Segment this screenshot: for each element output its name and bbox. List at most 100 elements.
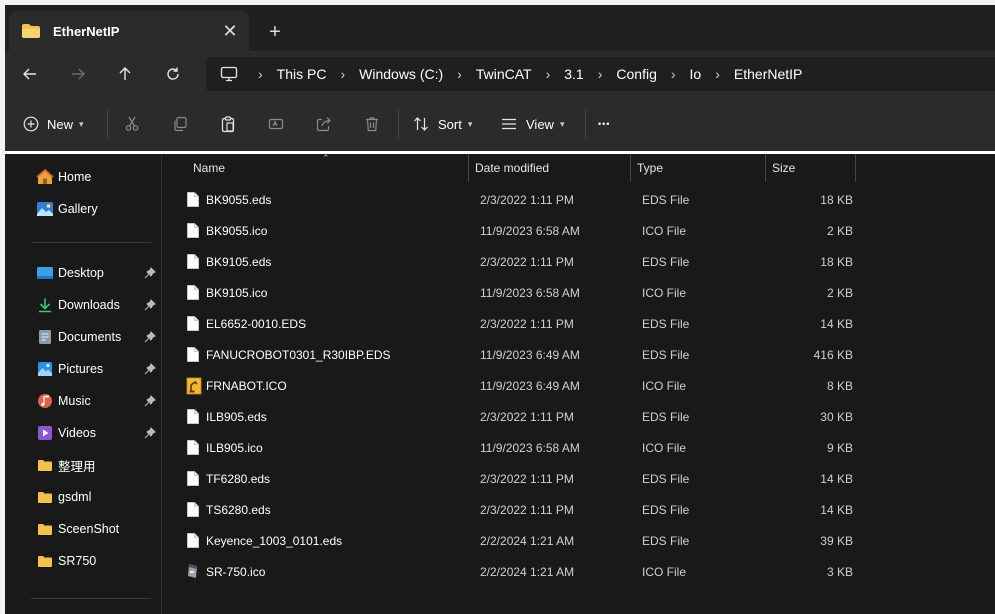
sidebar-item-desktop[interactable]: Desktop (5, 258, 161, 288)
file-icon (186, 315, 202, 333)
file-row[interactable]: SR-750.ico 2/2/2024 1:21 AM ICO File 3 KB (178, 557, 855, 587)
refresh-icon (167, 67, 179, 80)
file-row[interactable]: BK9105.ico 11/9/2023 6:58 AM ICO File 2 KB (178, 278, 855, 308)
breadcrumb-io[interactable]: Io (686, 66, 706, 82)
breadcrumb-config[interactable]: Config (612, 66, 660, 82)
new-label: New (47, 116, 74, 132)
file-row[interactable]: TF6280.eds 2/3/2022 1:11 PM EDS File 14 KB (178, 464, 855, 494)
sidebar-item-folder-gsdml[interactable]: gsdml (5, 482, 161, 512)
cut-button[interactable] (108, 107, 156, 141)
scanner-ico-icon (186, 563, 202, 581)
sidebar-item-folder-sr750[interactable]: SR750 (5, 546, 161, 576)
up-button[interactable] (110, 59, 140, 89)
sidebar-item-documents[interactable]: Documents (5, 322, 161, 352)
file-name: TF6280.eds (206, 472, 271, 486)
more-options-button[interactable]: ••• (598, 107, 610, 141)
breadcrumb-windows-c[interactable]: Windows (C:) (355, 66, 447, 82)
sidebar-item-gallery[interactable]: Gallery (5, 194, 161, 224)
file-row[interactable]: BK9055.eds 2/3/2022 1:11 PM EDS File 18 KB (178, 185, 855, 215)
file-date-modified: 2/3/2022 1:11 PM (480, 193, 574, 207)
sidebar-item-music[interactable]: Music (5, 386, 161, 416)
file-row[interactable]: BK9105.eds 2/3/2022 1:11 PM EDS File 18 KB (178, 247, 855, 277)
file-type: ICO File (642, 224, 687, 238)
trash-icon (366, 117, 378, 132)
sort-button[interactable]: Sort ▾ (413, 107, 501, 141)
address-bar[interactable]: › This PC › Windows (C:) › TwinCAT › 3.1… (206, 57, 995, 91)
forward-button[interactable] (63, 59, 93, 89)
file-size: 14 KB (820, 317, 853, 331)
file-type: ICO File (642, 565, 687, 579)
chevron-right-icon[interactable]: › (536, 66, 561, 82)
close-tab-icon[interactable]: ✕ (215, 16, 245, 46)
arrow-up-icon (119, 67, 131, 80)
refresh-button[interactable] (158, 59, 188, 89)
pin-icon[interactable] (144, 267, 156, 279)
pin-icon[interactable] (144, 395, 156, 407)
chevron-right-icon[interactable]: › (330, 66, 355, 82)
file-row[interactable]: TS6280.eds 2/3/2022 1:11 PM EDS File 14 KB (178, 495, 855, 525)
copy-button[interactable] (156, 107, 204, 141)
sidebar-item-label: Documents (58, 330, 122, 344)
new-button[interactable]: New ▾ (23, 107, 107, 141)
file-row[interactable]: Keyence_1003_0101.eds 2/2/2024 1:21 AM EDS… (178, 526, 855, 556)
paste-button[interactable] (204, 107, 252, 141)
folder-icon (36, 552, 54, 570)
back-button[interactable] (15, 59, 45, 89)
breadcrumb-3-1[interactable]: 3.1 (560, 66, 587, 82)
column-header-size[interactable]: Size (772, 154, 855, 182)
sidebar-item-folder-sceenshot[interactable]: SceenShot (5, 514, 161, 544)
sidebar-item-downloads[interactable]: Downloads (5, 290, 161, 320)
column-divider[interactable] (630, 154, 631, 182)
file-size: 39 KB (820, 534, 853, 548)
column-header-date[interactable]: Date modified (475, 154, 630, 182)
breadcrumb-ethernetip[interactable]: EtherNetIP (730, 66, 806, 82)
breadcrumb-twincat[interactable]: TwinCAT (472, 66, 536, 82)
file-date-modified: 2/3/2022 1:11 PM (480, 317, 574, 331)
file-size: 18 KB (820, 255, 853, 269)
column-divider[interactable] (765, 154, 766, 182)
chevron-right-icon[interactable]: › (705, 66, 730, 82)
file-row[interactable]: BK9055.ico 11/9/2023 6:58 AM ICO File 2 KB (178, 216, 855, 246)
file-row[interactable]: FANUCROBOT0301_R30IBP.EDS 11/9/2023 6:49 … (178, 340, 855, 370)
file-date-modified: 11/9/2023 6:49 AM (480, 379, 580, 393)
file-row[interactable]: FRNABOT.ICO 11/9/2023 6:49 AM ICO File 8 KB (178, 371, 855, 401)
column-header-name[interactable]: Name (193, 154, 468, 182)
desktop-icon (36, 264, 54, 282)
pin-icon[interactable] (144, 331, 156, 343)
home-icon (36, 168, 54, 186)
file-date-modified: 2/3/2022 1:11 PM (480, 410, 574, 424)
view-button[interactable]: View ▾ (501, 107, 585, 141)
pin-icon[interactable] (144, 363, 156, 375)
gallery-icon (36, 200, 54, 218)
file-row[interactable]: EL6652-0010.EDS 2/3/2022 1:11 PM EDS File 1… (178, 309, 855, 339)
file-type: EDS File (642, 348, 690, 362)
breadcrumb-this-pc[interactable]: This PC (273, 66, 331, 82)
file-date-modified: 2/2/2024 1:21 AM (480, 565, 575, 579)
file-date-modified: 2/2/2024 1:21 AM (480, 534, 575, 548)
chevron-right-icon[interactable]: › (661, 66, 686, 82)
new-tab-button[interactable]: + (260, 17, 290, 47)
videos-icon (36, 424, 54, 442)
rename-button[interactable] (252, 107, 300, 141)
sidebar-item-folder-seiri[interactable]: 整理用 (5, 450, 161, 480)
sidebar-item-pictures[interactable]: Pictures (5, 354, 161, 384)
chevron-right-icon[interactable]: › (588, 66, 613, 82)
pin-icon[interactable] (144, 427, 156, 439)
delete-button[interactable] (348, 107, 396, 141)
column-divider[interactable] (855, 154, 856, 182)
chevron-right-icon[interactable]: › (447, 66, 472, 82)
sidebar-item-videos[interactable]: Videos (5, 418, 161, 448)
command-bar: New ▾ Sort ▾ View ▾ ••• (5, 97, 995, 151)
file-type: ICO File (642, 286, 687, 300)
file-explorer-window: EtherNetIP ✕ + › This PC › Windows (C:) … (5, 5, 995, 614)
pin-icon[interactable] (144, 299, 156, 311)
file-row[interactable]: ILB905.eds 2/3/2022 1:11 PM EDS File 30 KB (178, 402, 855, 432)
column-header-type[interactable]: Type (637, 154, 765, 182)
download-icon (36, 296, 54, 314)
sidebar-item-home[interactable]: Home (5, 162, 161, 192)
file-row[interactable]: ILB905.ico 11/9/2023 6:58 AM ICO File 9 KB (178, 433, 855, 463)
file-name: Keyence_1003_0101.eds (206, 534, 343, 548)
column-divider[interactable] (468, 154, 469, 182)
tab-ethernetip[interactable]: EtherNetIP ✕ (9, 11, 249, 51)
share-button[interactable] (300, 107, 348, 141)
